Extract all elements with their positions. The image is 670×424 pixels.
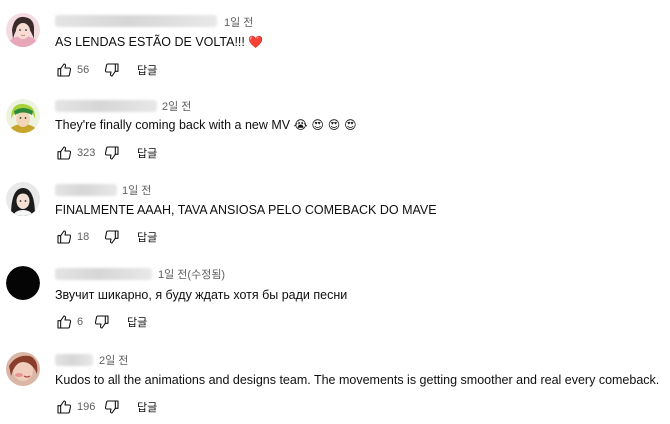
dislike-button[interactable] xyxy=(93,313,111,331)
comment-actions: 323 답글 xyxy=(55,143,157,163)
author-name[interactable] xyxy=(55,268,152,280)
comment-emoji: ❤️ xyxy=(248,35,264,49)
comment-text-body: FINALMENTE AAAH, TAVA ANSIOSA PELO COMEB… xyxy=(55,203,437,217)
thumbs-down-icon xyxy=(94,315,109,329)
like-count: 6 xyxy=(77,316,84,328)
comment-text-body: Звучит шикарно, я буду ждать хотя бы рад… xyxy=(55,288,348,302)
reply-button[interactable]: 답글 xyxy=(127,314,147,330)
reply-button[interactable]: 답글 xyxy=(137,62,157,78)
like-button[interactable] xyxy=(55,398,73,416)
comment-item: 1일 전 FINALMENTE AAAH, TAVA ANSIOSA PELO … xyxy=(0,168,670,252)
comment-actions: 56 답글 xyxy=(55,60,157,80)
comment-timestamp[interactable]: 2일 전 xyxy=(99,352,128,368)
like-button[interactable] xyxy=(55,313,73,331)
thumbs-down-icon xyxy=(104,400,119,414)
thumbs-up-icon xyxy=(57,63,72,77)
author-name[interactable] xyxy=(55,354,93,366)
comment-text-body: AS LENDAS ESTÃO DE VOLTA!!! xyxy=(55,35,249,49)
comment-text-body: They're finally coming back with a new M… xyxy=(55,118,294,132)
avatar[interactable] xyxy=(6,99,40,133)
comment-item: 2일 전 Kudos to all the animations and des… xyxy=(0,336,670,420)
like-button[interactable] xyxy=(55,144,73,162)
like-button[interactable] xyxy=(55,228,73,246)
reply-button[interactable]: 답글 xyxy=(137,229,157,245)
avatar[interactable] xyxy=(6,13,40,47)
like-button[interactable] xyxy=(55,61,73,79)
thumbs-down-icon xyxy=(104,230,119,244)
dislike-button[interactable] xyxy=(103,228,121,246)
like-count: 56 xyxy=(77,64,90,76)
comment-text: FINALMENTE AAAH, TAVA ANSIOSA PELO COMEB… xyxy=(55,203,437,217)
comment-text-body: Kudos to all the animations and designs … xyxy=(55,373,660,387)
avatar[interactable] xyxy=(6,182,40,216)
thumbs-up-icon xyxy=(57,146,72,160)
reply-button[interactable]: 답글 xyxy=(137,145,157,161)
comment-emoji: 😭 😍 😍 😍 xyxy=(293,118,357,132)
comment-text: Звучит шикарно, я буду ждать хотя бы рад… xyxy=(55,288,347,302)
like-count: 323 xyxy=(77,147,96,159)
thumbs-up-icon xyxy=(57,230,72,244)
thumbs-down-icon xyxy=(104,146,119,160)
comment-text: AS LENDAS ESTÃO DE VOLTA!!! ❤️ xyxy=(55,35,263,49)
comment-text: Kudos to all the animations and designs … xyxy=(55,373,659,387)
author-name[interactable] xyxy=(55,15,217,27)
dislike-button[interactable] xyxy=(103,398,121,416)
comment-item: 1일 전(수정됨) Звучит шикарно, я буду ждать х… xyxy=(0,252,670,336)
comment-timestamp[interactable]: 1일 전 xyxy=(122,182,151,198)
avatar[interactable] xyxy=(6,266,40,300)
reply-button[interactable]: 답글 xyxy=(137,399,157,415)
dislike-button[interactable] xyxy=(103,144,121,162)
thumbs-up-icon xyxy=(57,315,72,329)
comment-actions: 196 답글 xyxy=(55,397,157,417)
comment-timestamp[interactable]: 1일 전(수정됨) xyxy=(158,266,225,282)
comment-item: 2일 전 They're finally coming back with a … xyxy=(0,84,670,168)
comment-actions: 18 답글 xyxy=(55,227,157,247)
avatar[interactable] xyxy=(6,352,40,386)
comment-actions: 6 답글 xyxy=(55,312,147,332)
comment-item: 1일 전 AS LENDAS ESTÃO DE VOLTA!!! ❤️ 56 답… xyxy=(0,0,670,84)
dislike-button[interactable] xyxy=(103,61,121,79)
like-count: 196 xyxy=(77,401,96,413)
thumbs-down-icon xyxy=(104,63,119,77)
comment-timestamp[interactable]: 1일 전 xyxy=(224,14,253,30)
like-count: 18 xyxy=(77,231,90,243)
comment-text: They're finally coming back with a new M… xyxy=(55,118,357,132)
author-name[interactable] xyxy=(55,100,157,112)
thumbs-up-icon xyxy=(57,400,72,414)
comment-timestamp[interactable]: 2일 전 xyxy=(162,98,191,114)
author-name[interactable] xyxy=(55,184,117,196)
